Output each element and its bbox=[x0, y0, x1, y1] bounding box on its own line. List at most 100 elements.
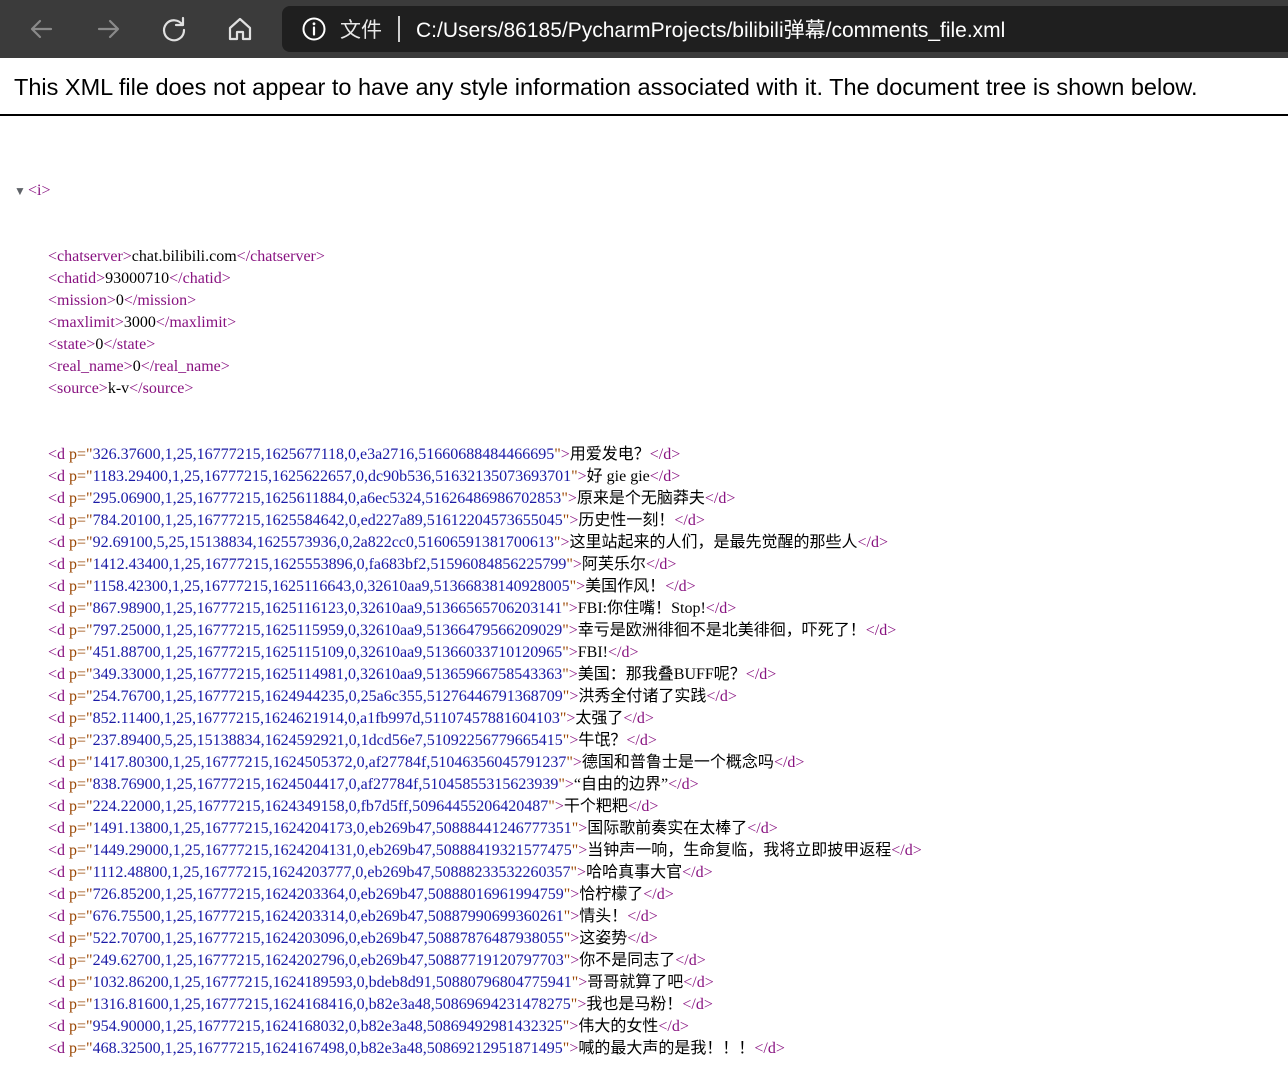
xml-element-line: <mission>0</mission> bbox=[0, 290, 1288, 312]
tag-close: </d> bbox=[627, 908, 658, 925]
xml-element-line: <state>0</state> bbox=[0, 334, 1288, 356]
element-tag-name[interactable]: real_name bbox=[57, 358, 124, 375]
attr-quote: =" bbox=[77, 512, 93, 529]
tag-bracket: > bbox=[560, 446, 570, 463]
home-button[interactable] bbox=[220, 9, 260, 49]
danmaku-text: 历史性一刻！ bbox=[578, 512, 675, 529]
tag-close: </d> bbox=[649, 446, 681, 463]
tag-close: </d> bbox=[754, 1040, 785, 1057]
tag-bracket: > bbox=[567, 490, 577, 507]
attr-p-value: 797.25000,1,25,16777215,1625115959,0,326… bbox=[92, 622, 563, 639]
danmaku-element-line: <d p="954.90000,1,25,16777215,1624168032… bbox=[0, 1016, 1288, 1038]
danmaku-element-line: <d p="1032.86200,1,25,16777215,162418959… bbox=[0, 972, 1288, 994]
attr-p-value: 1032.86200,1,25,16777215,1624189593,0,bd… bbox=[92, 974, 572, 991]
back-button[interactable] bbox=[22, 9, 62, 49]
attr-p-value: 254.76700,1,25,16777215,1624944235,0,25a… bbox=[92, 688, 563, 705]
danmaku-element-line: <d p="237.89400,5,25,15138834,1624592921… bbox=[0, 730, 1288, 752]
element-tag-name[interactable]: maxlimit bbox=[57, 314, 115, 331]
attr-name: p bbox=[69, 556, 78, 573]
element-tag-name[interactable]: source bbox=[57, 380, 99, 397]
danmaku-element-line: <d p="92.69100,5,25,15138834,1625573936,… bbox=[0, 532, 1288, 554]
tag-bracket: > bbox=[570, 908, 580, 925]
element-tag-name[interactable]: chatid bbox=[57, 270, 96, 287]
tag-bracket: > bbox=[568, 666, 578, 683]
tag-bracket: < bbox=[48, 270, 58, 287]
attr-name: p bbox=[69, 512, 78, 529]
attr-quote: =" bbox=[77, 776, 93, 793]
refresh-icon bbox=[162, 16, 186, 42]
danmaku-element-line: <d p="797.25000,1,25,16777215,1625115959… bbox=[0, 620, 1288, 642]
tag-open: <d bbox=[48, 974, 70, 991]
back-arrow-icon bbox=[30, 19, 53, 39]
tag-open: <d bbox=[48, 600, 70, 617]
forward-button[interactable] bbox=[88, 9, 128, 49]
attr-p-value: 451.88700,1,25,16777215,1625115109,0,326… bbox=[92, 644, 563, 661]
tag-bracket: > bbox=[122, 248, 132, 265]
tag-close: </d> bbox=[608, 644, 639, 661]
tag-bracket: > bbox=[554, 798, 564, 815]
tag-bracket: < bbox=[48, 292, 58, 309]
forward-arrow-icon bbox=[97, 19, 120, 39]
address-bar[interactable]: 文件 C:/Users/86185/PycharmProjects/bilibi… bbox=[282, 6, 1288, 52]
tag-close: </d> bbox=[626, 732, 657, 749]
attr-name: p bbox=[69, 1018, 78, 1035]
tag-bracket: > bbox=[568, 600, 578, 617]
attr-name: p bbox=[69, 930, 78, 947]
tag-open: <d bbox=[48, 754, 70, 771]
danmaku-text: 用爱发电？ bbox=[569, 446, 650, 463]
attr-p-value: 224.22000,1,25,16777215,1624349158,0,fb7… bbox=[92, 798, 549, 815]
tag-open: <d bbox=[48, 512, 70, 529]
tag-open: <d bbox=[48, 468, 70, 485]
attr-quote: =" bbox=[77, 974, 93, 991]
tag-open: <d bbox=[48, 644, 70, 661]
tag-close: </d> bbox=[706, 688, 737, 705]
attr-p-value: 954.90000,1,25,16777215,1624168032,0,b82… bbox=[92, 1018, 563, 1035]
attr-quote: =" bbox=[77, 820, 93, 837]
tag-bracket: </ bbox=[236, 248, 251, 265]
address-url[interactable]: C:/Users/86185/PycharmProjects/bilibili弹… bbox=[416, 14, 1005, 44]
element-tag-name[interactable]: state bbox=[57, 336, 86, 353]
tag-bracket: > bbox=[578, 820, 588, 837]
tag-close: </d> bbox=[705, 600, 737, 617]
element-tag-name[interactable]: mission bbox=[57, 292, 107, 309]
attr-quote: =" bbox=[77, 468, 93, 485]
danmaku-element-line: <d p="726.85200,1,25,16777215,1624203364… bbox=[0, 884, 1288, 906]
tag-open: <d bbox=[48, 952, 70, 969]
danmaku-element-line: <d p="468.32500,1,25,16777215,1624167498… bbox=[0, 1038, 1288, 1060]
attr-name: p bbox=[69, 820, 78, 837]
tag-bracket: > bbox=[568, 644, 578, 661]
attr-p-value: 468.32500,1,25,16777215,1624167498,0,b82… bbox=[92, 1040, 563, 1057]
attr-name: p bbox=[69, 490, 78, 507]
xml-element-line: <source>k-v</source> bbox=[0, 378, 1288, 400]
attr-name: p bbox=[69, 468, 78, 485]
tag-bracket: > bbox=[569, 688, 579, 705]
tag-open: <d bbox=[48, 578, 70, 595]
tag-bracket: > bbox=[576, 578, 586, 595]
danmaku-element-line: <d p="1112.48800,1,25,16777215,162420377… bbox=[0, 862, 1288, 884]
danmaku-text: 哥哥就算了吧 bbox=[587, 974, 684, 991]
danmaku-element-line: <d p="254.76700,1,25,16777215,1624944235… bbox=[0, 686, 1288, 708]
danmaku-text: 伟大的女性 bbox=[578, 1018, 659, 1035]
tag-open: <d bbox=[48, 996, 70, 1013]
attr-name: p bbox=[69, 446, 78, 463]
tag-close: </d> bbox=[675, 952, 706, 969]
danmaku-element-line: <d p="676.75500,1,25,16777215,1624203314… bbox=[0, 906, 1288, 928]
root-tag[interactable]: <i> bbox=[28, 182, 51, 199]
refresh-button[interactable] bbox=[154, 9, 194, 49]
attr-quote: =" bbox=[77, 996, 93, 1013]
danmaku-element-line: <d p="1316.81600,1,25,16777215,162416841… bbox=[0, 994, 1288, 1016]
attr-p-value: 1412.43400,1,25,16777215,1625553896,0,fa… bbox=[92, 556, 567, 573]
attr-name: p bbox=[69, 754, 78, 771]
attr-name: p bbox=[69, 974, 78, 991]
collapse-toggle-icon[interactable]: ▼ bbox=[14, 180, 28, 202]
tag-open: <d bbox=[48, 776, 70, 793]
xml-element-line: <chatserver>chat.bilibili.com</chatserve… bbox=[0, 246, 1288, 268]
attr-name: p bbox=[69, 864, 78, 881]
xml-style-notice: This XML file does not appear to have an… bbox=[14, 74, 1198, 100]
danmaku-element-line: <d p="838.76900,1,25,16777215,1624504417… bbox=[0, 774, 1288, 796]
tag-bracket: > bbox=[569, 1040, 579, 1057]
info-icon[interactable] bbox=[300, 15, 328, 43]
element-tag-name[interactable]: chatserver bbox=[57, 248, 123, 265]
simple-element-list: <chatserver>chat.bilibili.com</chatserve… bbox=[0, 246, 1288, 400]
tag-open: <d bbox=[48, 1018, 70, 1035]
